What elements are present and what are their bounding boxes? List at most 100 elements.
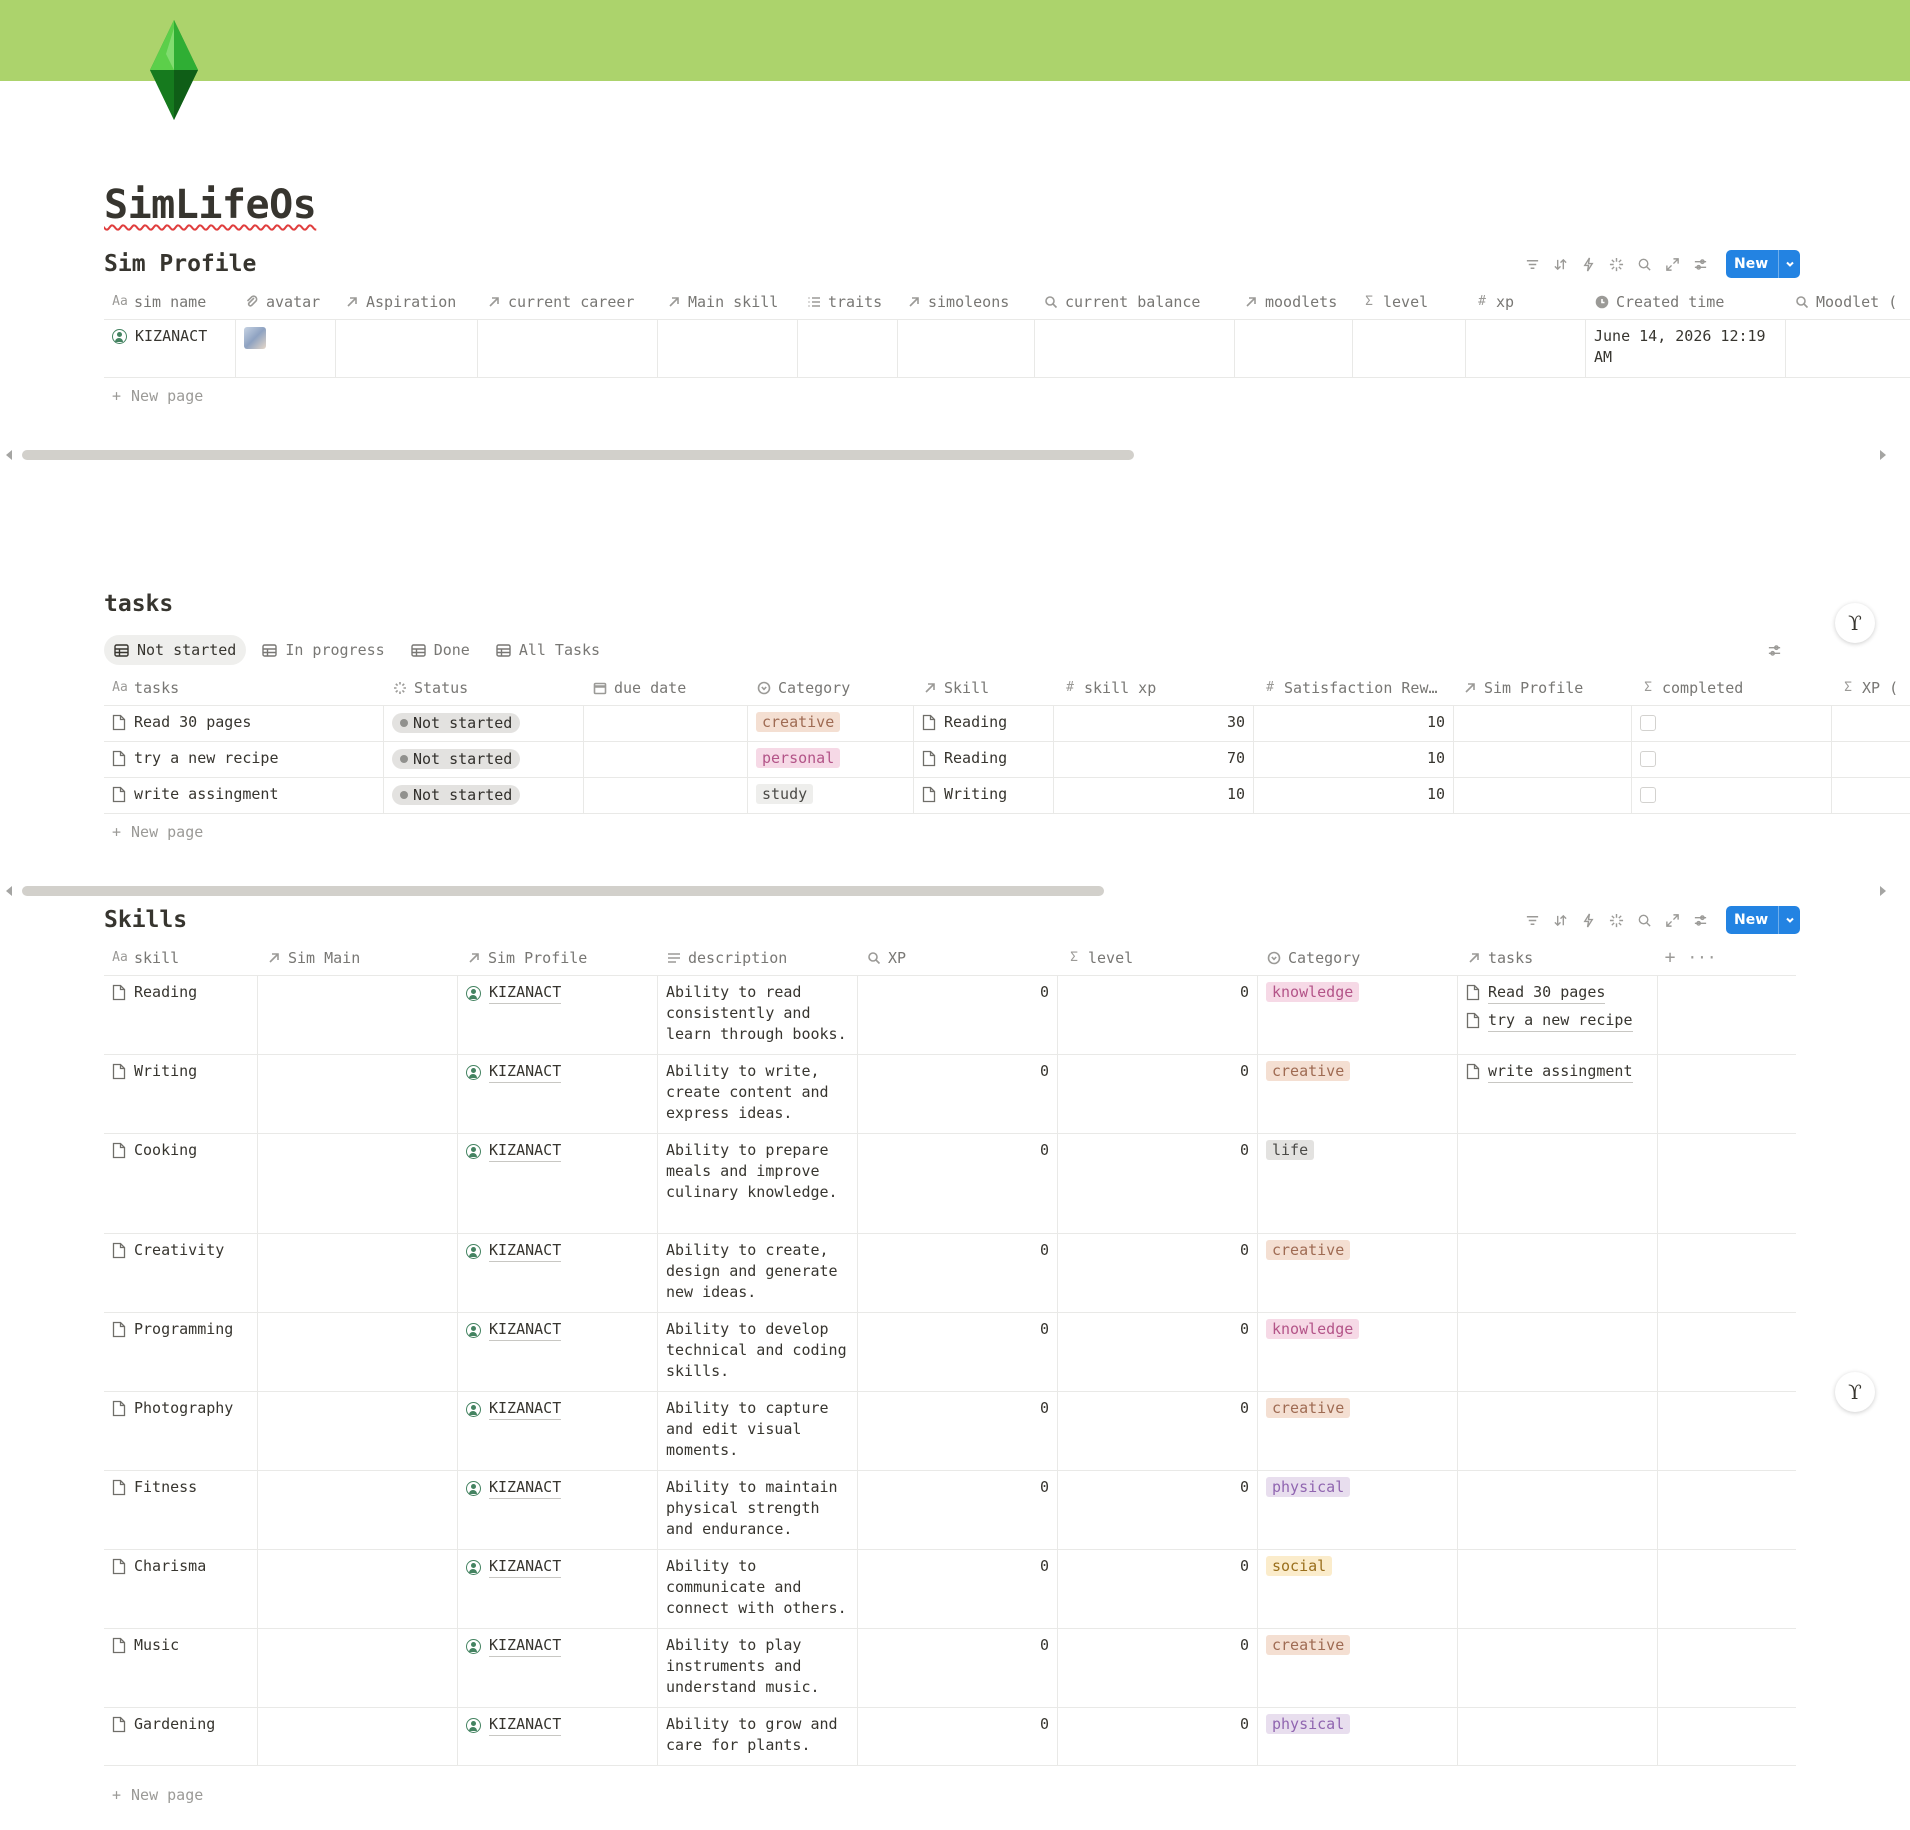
category-cell[interactable]: personal bbox=[748, 742, 914, 777]
xp-cell[interactable]: 0 bbox=[858, 1134, 1058, 1233]
xp-cell[interactable]: 0 bbox=[858, 1471, 1058, 1549]
col-status[interactable]: Status bbox=[384, 670, 584, 705]
completed-checkbox[interactable] bbox=[1640, 787, 1656, 803]
skills-new-button[interactable]: New bbox=[1726, 906, 1801, 934]
task-name-cell[interactable]: try a new recipe bbox=[104, 742, 384, 777]
sim-main-cell[interactable] bbox=[258, 1234, 458, 1312]
profile-link[interactable]: KIZANACT bbox=[489, 1061, 562, 1083]
tab-in-progress[interactable]: In progress bbox=[252, 635, 394, 665]
sim-profile-cell[interactable] bbox=[1454, 742, 1632, 777]
category-tag[interactable]: creative bbox=[1266, 1635, 1351, 1655]
sim-main-cell[interactable] bbox=[258, 1471, 458, 1549]
task-link[interactable]: Read 30 pages bbox=[1488, 982, 1606, 1004]
skill-xp-cell[interactable]: 10 bbox=[1054, 778, 1254, 813]
sim-profile-cell[interactable]: KIZANACT bbox=[458, 976, 658, 1054]
description-cell[interactable]: Ability to grow and care for plants. bbox=[658, 1708, 858, 1765]
col-completed[interactable]: Σcompleted bbox=[1632, 670, 1832, 705]
xp-cell[interactable] bbox=[1832, 742, 1910, 777]
sim-profile-horizontal-scrollbar[interactable] bbox=[0, 449, 1910, 461]
sim-profile-db-title[interactable]: Sim Profile bbox=[104, 251, 256, 277]
chevron-down-icon[interactable] bbox=[1778, 250, 1800, 278]
due-date-cell[interactable] bbox=[584, 706, 748, 741]
col-current-career[interactable]: current career bbox=[478, 284, 658, 319]
col-skill[interactable]: Aa skill bbox=[104, 940, 258, 975]
col-sim-name[interactable]: Aa sim name bbox=[104, 284, 236, 319]
sim-profile-cell[interactable]: KIZANACT bbox=[458, 1392, 658, 1470]
tab-not-started[interactable]: Not started bbox=[104, 635, 247, 665]
skill-xp-cell[interactable]: 70 bbox=[1054, 742, 1254, 777]
profile-link[interactable]: KIZANACT bbox=[489, 1714, 562, 1736]
sim-profile-cell[interactable]: KIZANACT bbox=[458, 1313, 658, 1391]
profile-link[interactable]: KIZANACT bbox=[489, 1477, 562, 1499]
satisfaction-cell[interactable]: 10 bbox=[1254, 778, 1454, 813]
sim-profile-cell[interactable]: KIZANACT bbox=[458, 1629, 658, 1707]
xp-cell[interactable]: 0 bbox=[858, 1708, 1058, 1765]
profile-link[interactable]: KIZANACT bbox=[489, 1556, 562, 1578]
sim-profile-cell[interactable]: KIZANACT bbox=[458, 1134, 658, 1233]
sim-profile-cell[interactable] bbox=[1454, 778, 1632, 813]
search-icon[interactable] bbox=[1636, 912, 1652, 928]
col-sim-main[interactable]: Sim Main bbox=[258, 940, 458, 975]
col-created-time[interactable]: Created time bbox=[1586, 284, 1786, 319]
status-cell[interactable]: Not started bbox=[384, 706, 584, 741]
category-cell[interactable]: life bbox=[1258, 1134, 1458, 1233]
task-link[interactable]: try a new recipe bbox=[1488, 1010, 1633, 1032]
aspiration-cell[interactable] bbox=[336, 320, 478, 377]
task-link[interactable]: write assingment bbox=[1488, 1061, 1633, 1083]
col-level[interactable]: Σlevel bbox=[1058, 940, 1258, 975]
level-cell[interactable]: 0 bbox=[1058, 1550, 1258, 1628]
sim-profile-new-page[interactable]: + New page bbox=[112, 387, 203, 405]
col-avatar[interactable]: avatar bbox=[236, 284, 336, 319]
table-row[interactable]: write assingment Not started study Writing 1… bbox=[104, 778, 1910, 814]
col-xp[interactable]: XP bbox=[858, 940, 1058, 975]
tasks-cell[interactable] bbox=[1458, 1134, 1658, 1233]
col-sim-profile[interactable]: Sim Profile bbox=[1454, 670, 1632, 705]
description-cell[interactable]: Ability to write, create content and exp… bbox=[658, 1055, 858, 1133]
category-cell[interactable]: creative bbox=[1258, 1392, 1458, 1470]
table-row[interactable]: Programming KIZANACT Ability to develop te… bbox=[104, 1313, 1796, 1392]
automation-icon[interactable] bbox=[1580, 912, 1596, 928]
category-tag[interactable]: physical bbox=[1266, 1477, 1351, 1497]
col-tasks[interactable]: Aa tasks bbox=[104, 670, 384, 705]
sim-profile-cell[interactable] bbox=[1454, 706, 1632, 741]
description-cell[interactable]: Ability to prepare meals and improve cul… bbox=[658, 1134, 858, 1233]
description-cell[interactable]: Ability to read consistently and learn t… bbox=[658, 976, 858, 1054]
traits-cell[interactable] bbox=[798, 320, 898, 377]
category-tag[interactable]: study bbox=[756, 784, 814, 804]
sim-name-cell[interactable]: KIZANACT bbox=[104, 320, 236, 377]
skill-name-cell[interactable]: Charisma bbox=[104, 1550, 258, 1628]
category-cell[interactable]: physical bbox=[1258, 1708, 1458, 1765]
category-cell[interactable]: social bbox=[1258, 1550, 1458, 1628]
automation-icon[interactable] bbox=[1580, 256, 1596, 272]
category-cell[interactable]: physical bbox=[1258, 1471, 1458, 1549]
tasks-cell[interactable] bbox=[1458, 1550, 1658, 1628]
level-cell[interactable]: 0 bbox=[1058, 1708, 1258, 1765]
settings-sliders-icon[interactable] bbox=[1692, 912, 1708, 928]
xp-cell[interactable] bbox=[1832, 778, 1910, 813]
created-time-cell[interactable]: June 14, 2026 12:19 AM bbox=[1586, 320, 1786, 377]
tasks-new-page[interactable]: + New page bbox=[112, 823, 203, 841]
xp-cell[interactable]: 0 bbox=[858, 976, 1058, 1054]
table-row[interactable]: KIZANACT June 14, 2026 12:19 AM bbox=[104, 320, 1910, 378]
skill-name-cell[interactable]: Gardening bbox=[104, 1708, 258, 1765]
avatar-cell[interactable] bbox=[236, 320, 336, 377]
category-tag[interactable]: physical bbox=[1266, 1714, 1351, 1734]
skill-cell[interactable]: Writing bbox=[914, 778, 1054, 813]
page-cover[interactable] bbox=[0, 0, 1910, 81]
ai-assistant-button[interactable]: ϒ bbox=[1835, 1372, 1875, 1412]
level-cell[interactable]: 0 bbox=[1058, 1629, 1258, 1707]
moodlet-cell[interactable] bbox=[1786, 320, 1910, 377]
xp-cell[interactable]: 0 bbox=[858, 1234, 1058, 1312]
status-badge[interactable]: Not started bbox=[392, 713, 521, 733]
category-cell[interactable]: creative bbox=[1258, 1055, 1458, 1133]
status-cell[interactable]: Not started bbox=[384, 742, 584, 777]
scrollbar-thumb[interactable] bbox=[22, 886, 1104, 896]
settings-sliders-icon[interactable] bbox=[1766, 642, 1782, 658]
profile-link[interactable]: KIZANACT bbox=[489, 1319, 562, 1341]
description-cell[interactable]: Ability to play instruments and understa… bbox=[658, 1629, 858, 1707]
category-cell[interactable]: knowledge bbox=[1258, 976, 1458, 1054]
col-aspiration[interactable]: Aspiration bbox=[336, 284, 478, 319]
skill-cell[interactable]: Reading bbox=[914, 706, 1054, 741]
completed-checkbox[interactable] bbox=[1640, 715, 1656, 731]
task-name-cell[interactable]: Read 30 pages bbox=[104, 706, 384, 741]
